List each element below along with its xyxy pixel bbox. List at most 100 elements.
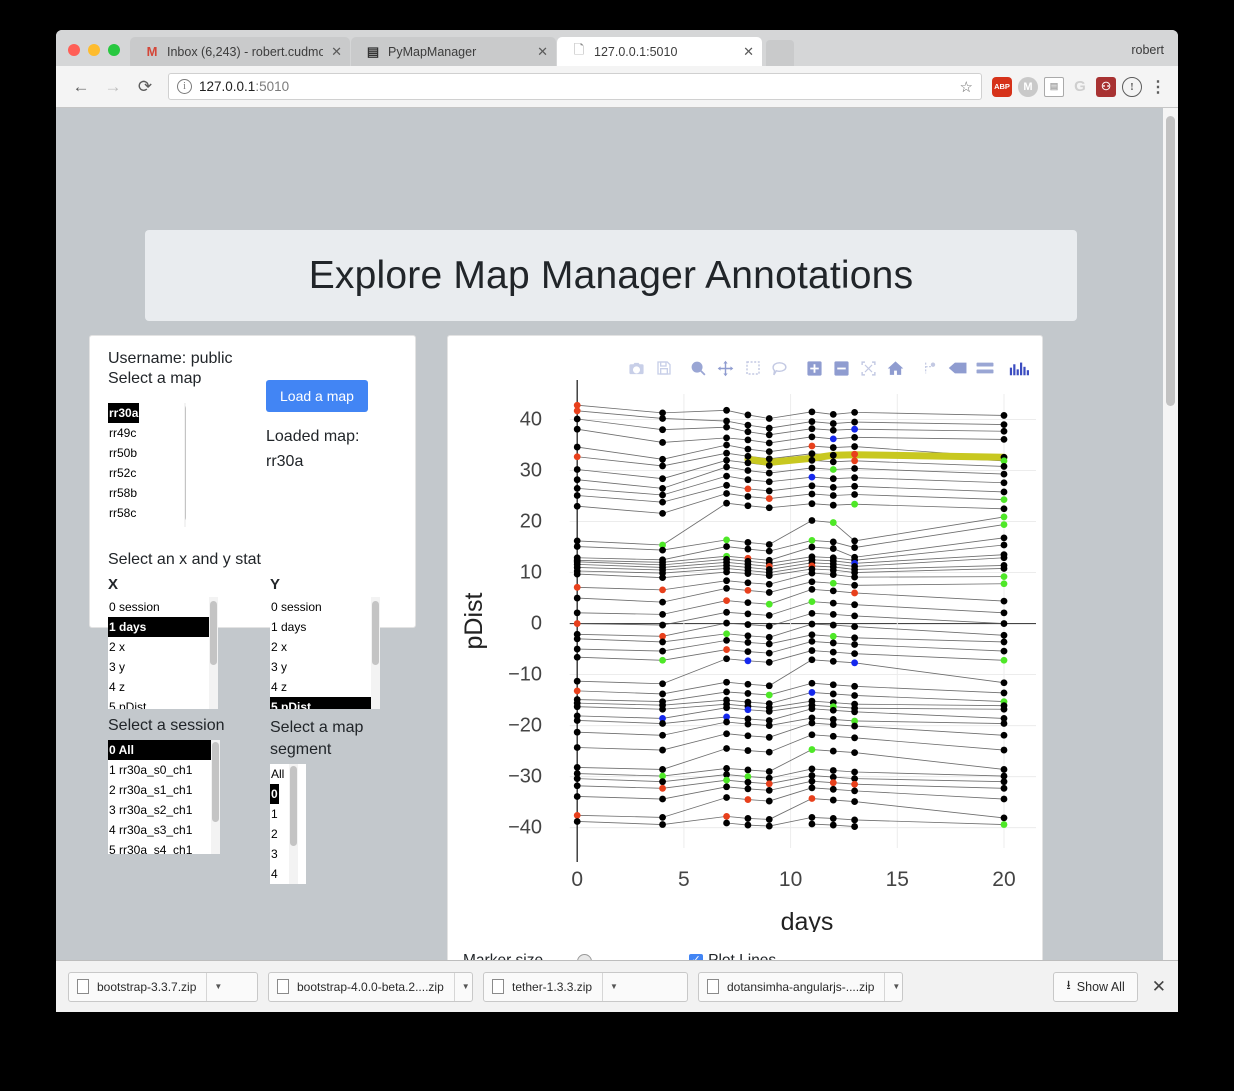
- map-listbox[interactable]: rr30a rr49c rr50b rr52c rr58b rr58c: [108, 403, 186, 527]
- session-option[interactable]: 3 rr30a_s2_ch1: [108, 800, 220, 820]
- segment-option[interactable]: All: [270, 764, 306, 784]
- y-stat-option[interactable]: 4 z: [270, 677, 380, 697]
- load-map-button[interactable]: Load a map: [266, 380, 368, 412]
- segment-option[interactable]: 1: [270, 804, 306, 824]
- reload-icon[interactable]: ⟳: [130, 72, 160, 102]
- browser-window: M Inbox (6,243) - robert.cudmore ✕ ▤ PyM…: [56, 30, 1178, 1012]
- tab-close-icon[interactable]: ✕: [537, 45, 548, 58]
- maximize-window-button[interactable]: [108, 44, 120, 56]
- x-stat-option[interactable]: 3 y: [108, 657, 218, 677]
- segment-option[interactable]: 3: [270, 844, 306, 864]
- adblock-plus-icon[interactable]: ABP: [992, 76, 1012, 97]
- bookmark-star-icon[interactable]: ☆: [960, 78, 973, 96]
- data-point: [829, 767, 837, 774]
- download-item[interactable]: bootstrap-3.3.7.zip ▼: [68, 971, 258, 1002]
- data-point: [829, 648, 837, 656]
- y-stat-option[interactable]: 2 x: [270, 637, 380, 657]
- map-option[interactable]: rr52c: [108, 463, 186, 483]
- y-stat-option[interactable]: 1 days: [270, 617, 380, 637]
- data-point: [1000, 554, 1008, 562]
- map-option[interactable]: rr50b: [108, 443, 186, 463]
- show-all-downloads-button[interactable]: ⭳ Show All: [1053, 971, 1138, 1002]
- mercury-extension-icon[interactable]: M: [1018, 76, 1038, 97]
- tab-close-icon[interactable]: ✕: [743, 45, 754, 58]
- forward-icon[interactable]: →: [98, 72, 128, 102]
- x-stat-listbox-scrollbar[interactable]: [209, 597, 218, 709]
- x-stat-option[interactable]: 2 x: [108, 637, 218, 657]
- segment-listbox[interactable]: All 0 1 2 3 4: [270, 764, 306, 884]
- data-point: [744, 545, 752, 553]
- map-option[interactable]: rr49c: [108, 423, 186, 443]
- back-icon[interactable]: ←: [66, 72, 96, 102]
- download-item[interactable]: dotansimha-angularjs-....zip ▼: [698, 971, 903, 1002]
- close-window-button[interactable]: [68, 44, 80, 56]
- tab-close-icon[interactable]: ✕: [331, 45, 342, 58]
- x-stat-listbox[interactable]: 0 session 1 days 2 x3 y4 z5 pDist: [108, 597, 218, 709]
- y-stat-listbox[interactable]: 0 session 1 days 2 x3 y4 z5 pDist: [270, 597, 380, 709]
- page-icon: 🗋: [573, 41, 585, 57]
- data-point: [1000, 784, 1008, 792]
- data-point: [723, 630, 730, 638]
- download-item[interactable]: tether-1.3.3.zip ▼: [483, 971, 688, 1002]
- download-caret-icon[interactable]: ▼: [884, 972, 907, 1001]
- page-scrollbar-thumb[interactable]: [1166, 116, 1175, 406]
- session-option[interactable]: 4 rr30a_s3_ch1: [108, 820, 220, 840]
- document-extension-icon[interactable]: ▤: [1044, 76, 1064, 97]
- plot-svg[interactable]: −40 −30 −20 −10 0 10 20 30 40 0 5 10 15 20 days pDist: [448, 372, 1044, 936]
- map-option[interactable]: rr30a: [108, 403, 140, 423]
- new-tab-button[interactable]: [766, 40, 794, 66]
- segment-listbox-scrollbar[interactable]: [289, 764, 298, 884]
- minimize-window-button[interactable]: [88, 44, 100, 56]
- download-name: bootstrap-3.3.7.zip: [97, 979, 197, 994]
- site-info-icon[interactable]: i: [177, 79, 192, 94]
- session-option[interactable]: 0 All: [108, 740, 220, 760]
- chrome-menu-icon[interactable]: ⋮: [1148, 77, 1168, 97]
- data-point: [808, 433, 816, 441]
- map-option[interactable]: rr58b: [108, 483, 186, 503]
- address-bar[interactable]: i 127.0.0.1 :5010 ☆: [168, 73, 982, 100]
- session-listbox[interactable]: 0 All 1 rr30a_s0_ch1 2 rr30a_s1_ch1 3 rr30a…: [108, 740, 220, 854]
- session-listbox-scrollbar[interactable]: [211, 740, 220, 854]
- info-extension-icon[interactable]: !: [1122, 76, 1142, 97]
- segment-option[interactable]: 0: [270, 784, 279, 804]
- select-session-label: Select a session: [108, 717, 225, 734]
- x-stat-option[interactable]: 1 days: [108, 617, 218, 637]
- segment-option[interactable]: 4: [270, 864, 306, 884]
- scatter-plot[interactable]: −40 −30 −20 −10 0 10 20 30 40 0 5 10 15 20 days pDist: [448, 372, 1044, 936]
- download-caret-icon[interactable]: ▼: [206, 972, 229, 1001]
- map-listbox-scrollbar[interactable]: [184, 403, 186, 527]
- y-stat-listbox-scrollbar[interactable]: [371, 597, 380, 709]
- session-option[interactable]: 1 rr30a_s0_ch1: [108, 760, 220, 780]
- tab-pymapmanager[interactable]: ▤ PyMapManager ✕: [351, 37, 556, 66]
- data-point: [1000, 513, 1008, 521]
- data-point: [808, 609, 816, 617]
- data-point: [723, 441, 730, 449]
- close-download-bar-icon[interactable]: ✕: [1152, 977, 1166, 997]
- y-stat-option[interactable]: 3 y: [270, 657, 380, 677]
- y-stat-option[interactable]: 5 pDist: [270, 697, 380, 709]
- download-caret-icon[interactable]: ▼: [453, 972, 477, 1001]
- x-stat-option[interactable]: 0 session: [108, 597, 218, 617]
- profile-name[interactable]: robert: [1131, 43, 1164, 57]
- session-option[interactable]: 2 rr30a_s1_ch1: [108, 780, 220, 800]
- tab-gmail[interactable]: M Inbox (6,243) - robert.cudmore ✕: [130, 37, 350, 66]
- data-point: [829, 492, 837, 499]
- download-item[interactable]: bootstrap-4.0.0-beta.2....zip ▼: [268, 971, 473, 1002]
- data-point: [659, 813, 666, 821]
- session-option[interactable]: 5 rr30a_s4_ch1: [108, 840, 220, 854]
- map-option[interactable]: rr58c: [108, 503, 186, 523]
- tab-localhost-5010[interactable]: 🗋 127.0.0.1:5010 ✕: [557, 37, 762, 66]
- book-icon: ▤: [366, 43, 380, 59]
- page-scrollbar[interactable]: [1163, 108, 1178, 976]
- data-point: [851, 491, 859, 498]
- red-extension-icon[interactable]: ⚇: [1096, 76, 1116, 97]
- y-stat-option[interactable]: 0 session: [270, 597, 380, 617]
- segment-option[interactable]: 2: [270, 824, 306, 844]
- google-extension-icon[interactable]: G: [1070, 77, 1090, 97]
- loaded-map-value: rr30a: [266, 453, 304, 470]
- download-caret-icon[interactable]: ▼: [602, 972, 625, 1001]
- data-point: [573, 415, 581, 423]
- x-stat-option[interactable]: 5 pDist: [108, 697, 218, 709]
- data-point: [744, 680, 752, 688]
- x-stat-option[interactable]: 4 z: [108, 677, 218, 697]
